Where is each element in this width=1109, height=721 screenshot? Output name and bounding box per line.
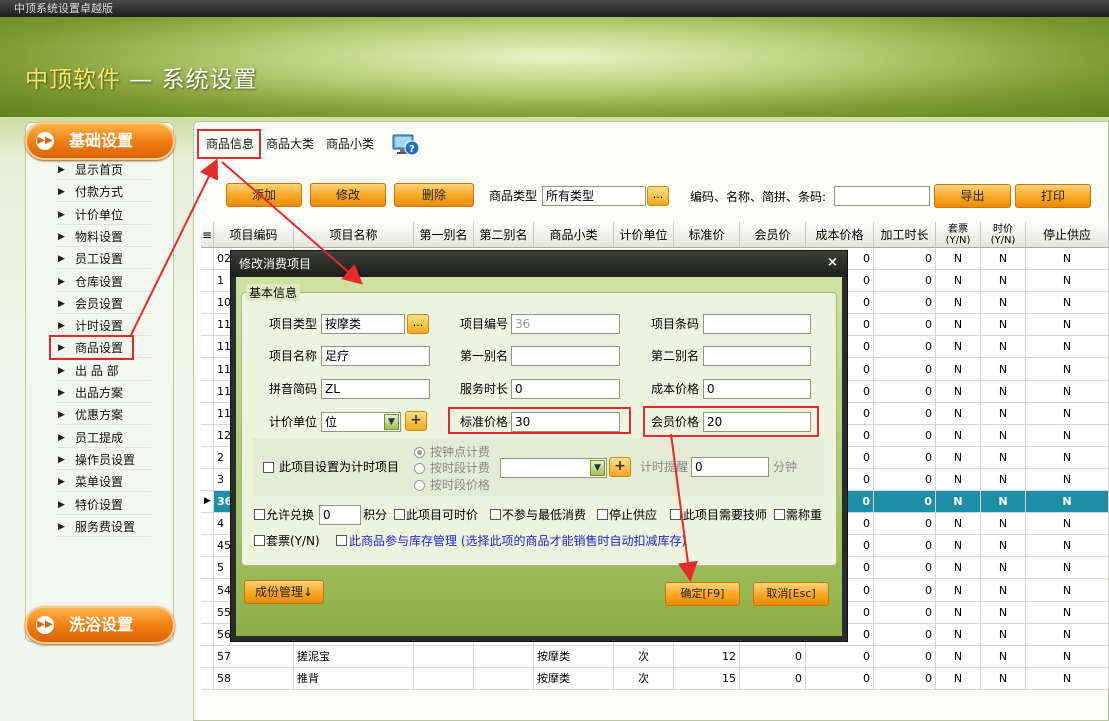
arrow-icon (129, 158, 218, 338)
annotation-arrows (129, 158, 698, 582)
arrow-icon (221, 161, 364, 285)
arrow-icon (670, 433, 698, 582)
